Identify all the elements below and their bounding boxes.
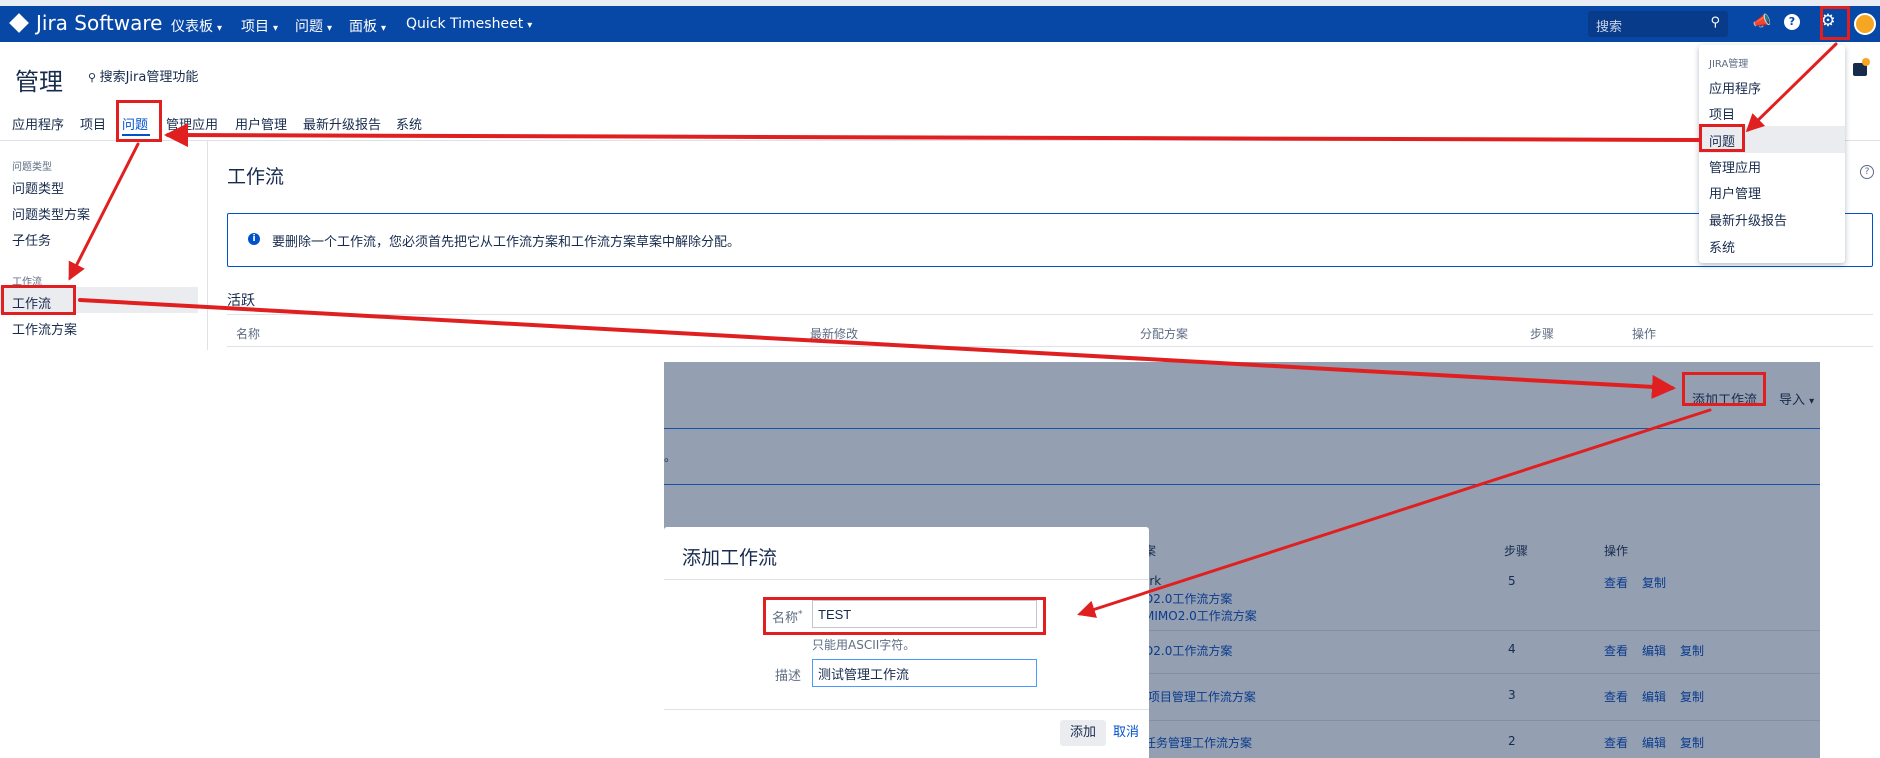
arrow-issues-menu-to-tab (164, 123, 1702, 148)
arrow-tab-to-workflows (68, 142, 140, 281)
arrow-add-button-to-dialog (1077, 408, 1712, 618)
arrow-gear-to-issues-menu (1745, 42, 1838, 133)
arrow-workflows-to-add-button (78, 298, 1676, 399)
annotation-arrows (68, 42, 1838, 618)
